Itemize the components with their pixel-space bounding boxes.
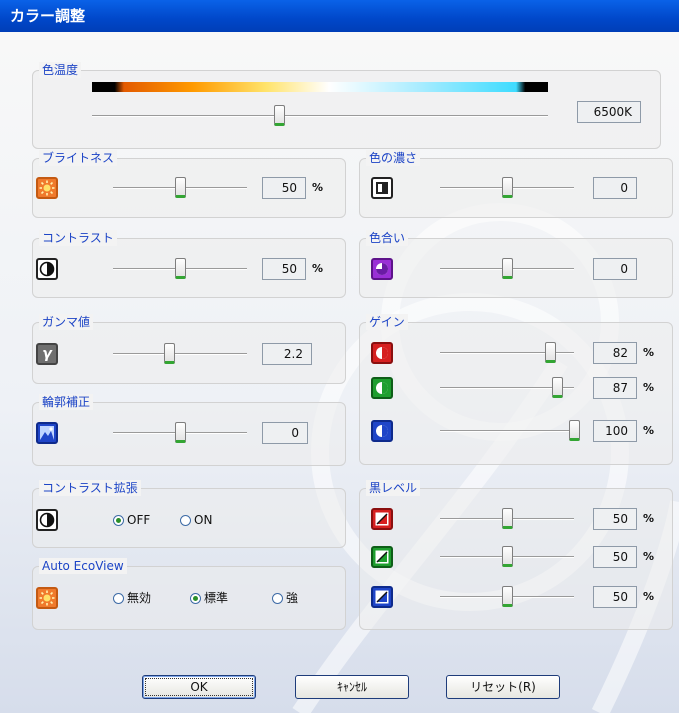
green-black-level-slider[interactable]: [440, 546, 574, 568]
color-temperature-value: 6500K: [577, 101, 641, 123]
black-level-label: 黒レベル: [366, 480, 421, 496]
color-temperature-label: 色温度: [39, 62, 82, 78]
red-gain-slider-thumb[interactable]: [545, 342, 556, 363]
ok-button[interactable]: OK: [142, 675, 256, 699]
sharpness-icon: [36, 422, 58, 444]
ecoview-disabled-radio-dot[interactable]: [113, 592, 124, 604]
brightness-sun-icon: [36, 177, 58, 199]
ecoview-strong-radio-dot[interactable]: [272, 592, 283, 604]
blue-gain-icon: [371, 420, 393, 442]
red-black-level-unit: %: [643, 512, 655, 525]
saturation-slider-thumb[interactable]: [502, 177, 513, 198]
ecoview-disabled-label: 無効: [127, 591, 152, 605]
window-title-bar[interactable]: カラー調整: [0, 0, 679, 32]
gamma-slider[interactable]: [113, 343, 247, 365]
hue-slider[interactable]: [440, 258, 574, 280]
red-black-level-slider-thumb[interactable]: [502, 508, 513, 529]
contrast-expansion-icon: [36, 509, 58, 531]
ecoview-sun-icon: [36, 587, 58, 609]
green-black-level-icon: [371, 546, 393, 568]
hue-icon: [371, 258, 393, 280]
window-title: カラー調整: [10, 7, 86, 25]
red-gain-value: 82: [593, 342, 637, 364]
green-gain-slider[interactable]: [440, 377, 574, 399]
blue-black-level-slider-thumb[interactable]: [502, 586, 513, 607]
dialog-body: 色温度 6500K ブライトネス 50 % 色の濃さ 0 コントラスト 50 %…: [0, 32, 679, 713]
red-black-level-icon: [371, 508, 393, 530]
green-black-level-unit: %: [643, 550, 655, 563]
gamma-icon: γ: [36, 343, 58, 365]
red-gain-slider[interactable]: [440, 342, 574, 364]
auto-ecoview-group: Auto EcoView: [32, 558, 346, 630]
blue-black-level-slider[interactable]: [440, 586, 574, 608]
red-black-level-value: 50: [593, 508, 637, 530]
contrast-expansion-off-radio[interactable]: OFF: [113, 511, 150, 529]
saturation-icon: [371, 177, 393, 199]
hue-label: 色合い: [366, 230, 409, 246]
gain-label: ゲイン: [366, 314, 408, 330]
contrast-unit: %: [312, 262, 324, 275]
color-temperature-slider[interactable]: [92, 105, 548, 127]
ecoview-standard-radio[interactable]: 標準: [190, 589, 228, 607]
color-temperature-spectrum-bar: [92, 82, 548, 92]
ecoview-standard-radio-dot[interactable]: [190, 592, 201, 604]
green-gain-unit: %: [643, 381, 655, 394]
green-gain-slider-thumb[interactable]: [552, 377, 563, 398]
green-gain-icon: [371, 377, 393, 399]
saturation-slider[interactable]: [440, 177, 574, 199]
blue-black-level-value: 50: [593, 586, 637, 608]
blue-gain-unit: %: [643, 424, 655, 437]
red-gain-icon: [371, 342, 393, 364]
brightness-value: 50: [262, 177, 306, 199]
contrast-expansion-label: コントラスト拡張: [39, 480, 141, 496]
ecoview-strong-radio[interactable]: 強: [272, 589, 298, 607]
contrast-slider-thumb[interactable]: [175, 258, 186, 279]
sharpness-value: 0: [262, 422, 308, 444]
green-black-level-value: 50: [593, 546, 637, 568]
brightness-unit: %: [312, 181, 324, 194]
contrast-label: コントラスト: [39, 230, 117, 246]
ecoview-disabled-radio[interactable]: 無効: [113, 589, 151, 607]
ecoview-strong-label: 強: [286, 591, 299, 605]
brightness-slider[interactable]: [113, 177, 247, 199]
sharpness-slider-thumb[interactable]: [175, 422, 186, 443]
ecoview-standard-label: 標準: [204, 591, 229, 605]
gamma-label: ガンマ値: [39, 314, 94, 330]
contrast-icon: [36, 258, 58, 280]
gamma-value: 2.2: [262, 343, 312, 365]
blue-gain-slider-thumb[interactable]: [569, 420, 580, 441]
auto-ecoview-label: Auto EcoView: [39, 558, 127, 574]
contrast-value: 50: [262, 258, 306, 280]
contrast-expansion-on-radio-dot[interactable]: [180, 514, 191, 526]
gamma-slider-thumb[interactable]: [164, 343, 175, 364]
green-black-level-slider-thumb[interactable]: [502, 546, 513, 567]
contrast-expansion-on-radio[interactable]: ON: [180, 511, 212, 529]
hue-value: 0: [593, 258, 637, 280]
contrast-expansion-off-label: OFF: [127, 513, 151, 527]
red-black-level-slider[interactable]: [440, 508, 574, 530]
saturation-label: 色の濃さ: [366, 150, 421, 166]
blue-gain-slider[interactable]: [440, 420, 580, 442]
saturation-value: 0: [593, 177, 637, 199]
contrast-expansion-off-radio-dot[interactable]: [113, 514, 124, 526]
brightness-label: ブライトネス: [39, 150, 118, 166]
hue-slider-thumb[interactable]: [502, 258, 513, 279]
red-gain-unit: %: [643, 346, 655, 359]
blue-black-level-unit: %: [643, 590, 655, 603]
brightness-slider-thumb[interactable]: [175, 177, 186, 198]
green-gain-value: 87: [593, 377, 637, 399]
cancel-button[interactable]: ｷｬﾝｾﾙ: [295, 675, 409, 699]
contrast-slider[interactable]: [113, 258, 247, 280]
contrast-expansion-on-label: ON: [194, 513, 213, 527]
reset-button[interactable]: リセット(R): [446, 675, 560, 699]
sharpness-slider[interactable]: [113, 422, 247, 444]
blue-gain-value: 100: [593, 420, 637, 442]
sharpness-label: 輪郭補正: [39, 394, 94, 410]
color-temperature-slider-thumb[interactable]: [274, 105, 285, 126]
blue-black-level-icon: [371, 586, 393, 608]
